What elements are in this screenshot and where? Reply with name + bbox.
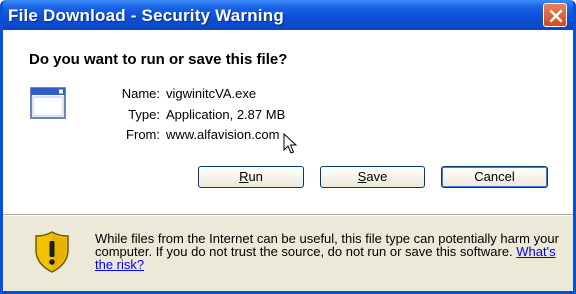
window-title: File Download - Security Warning xyxy=(8,6,284,25)
warning-body: While files from the Internet can be use… xyxy=(95,231,559,259)
type-label: Type: xyxy=(128,107,160,122)
save-label-rest: ave xyxy=(366,169,388,184)
save-button[interactable]: Save xyxy=(320,166,425,188)
close-icon xyxy=(549,9,563,23)
run-button[interactable]: Run xyxy=(198,166,304,188)
cancel-button[interactable]: Cancel xyxy=(441,166,548,188)
type-value: Application, 2.87 MB xyxy=(166,107,286,122)
title-bar[interactable]: File Download - Security Warning xyxy=(3,0,573,30)
mouse-cursor-icon xyxy=(283,133,298,154)
file-download-dialog: File Download - Security Warning Do you … xyxy=(0,0,576,294)
shield-warning-icon xyxy=(35,231,69,273)
warning-panel: While files from the Internet can be use… xyxy=(3,216,573,291)
run-label-rest: un xyxy=(248,169,263,184)
name-value: vigwinitcVA.exe xyxy=(166,86,257,101)
close-button[interactable] xyxy=(543,3,567,27)
file-info-panel: Do you want to run or save this file? Na… xyxy=(3,30,573,214)
warning-message: While files from the Internet can be use… xyxy=(95,232,563,271)
from-value: www.alfavision.com xyxy=(166,127,280,142)
question-heading: Do you want to run or save this file? xyxy=(29,51,288,68)
name-label: Name: xyxy=(121,86,160,101)
application-window-icon xyxy=(30,87,66,119)
from-label: From: xyxy=(126,127,160,142)
